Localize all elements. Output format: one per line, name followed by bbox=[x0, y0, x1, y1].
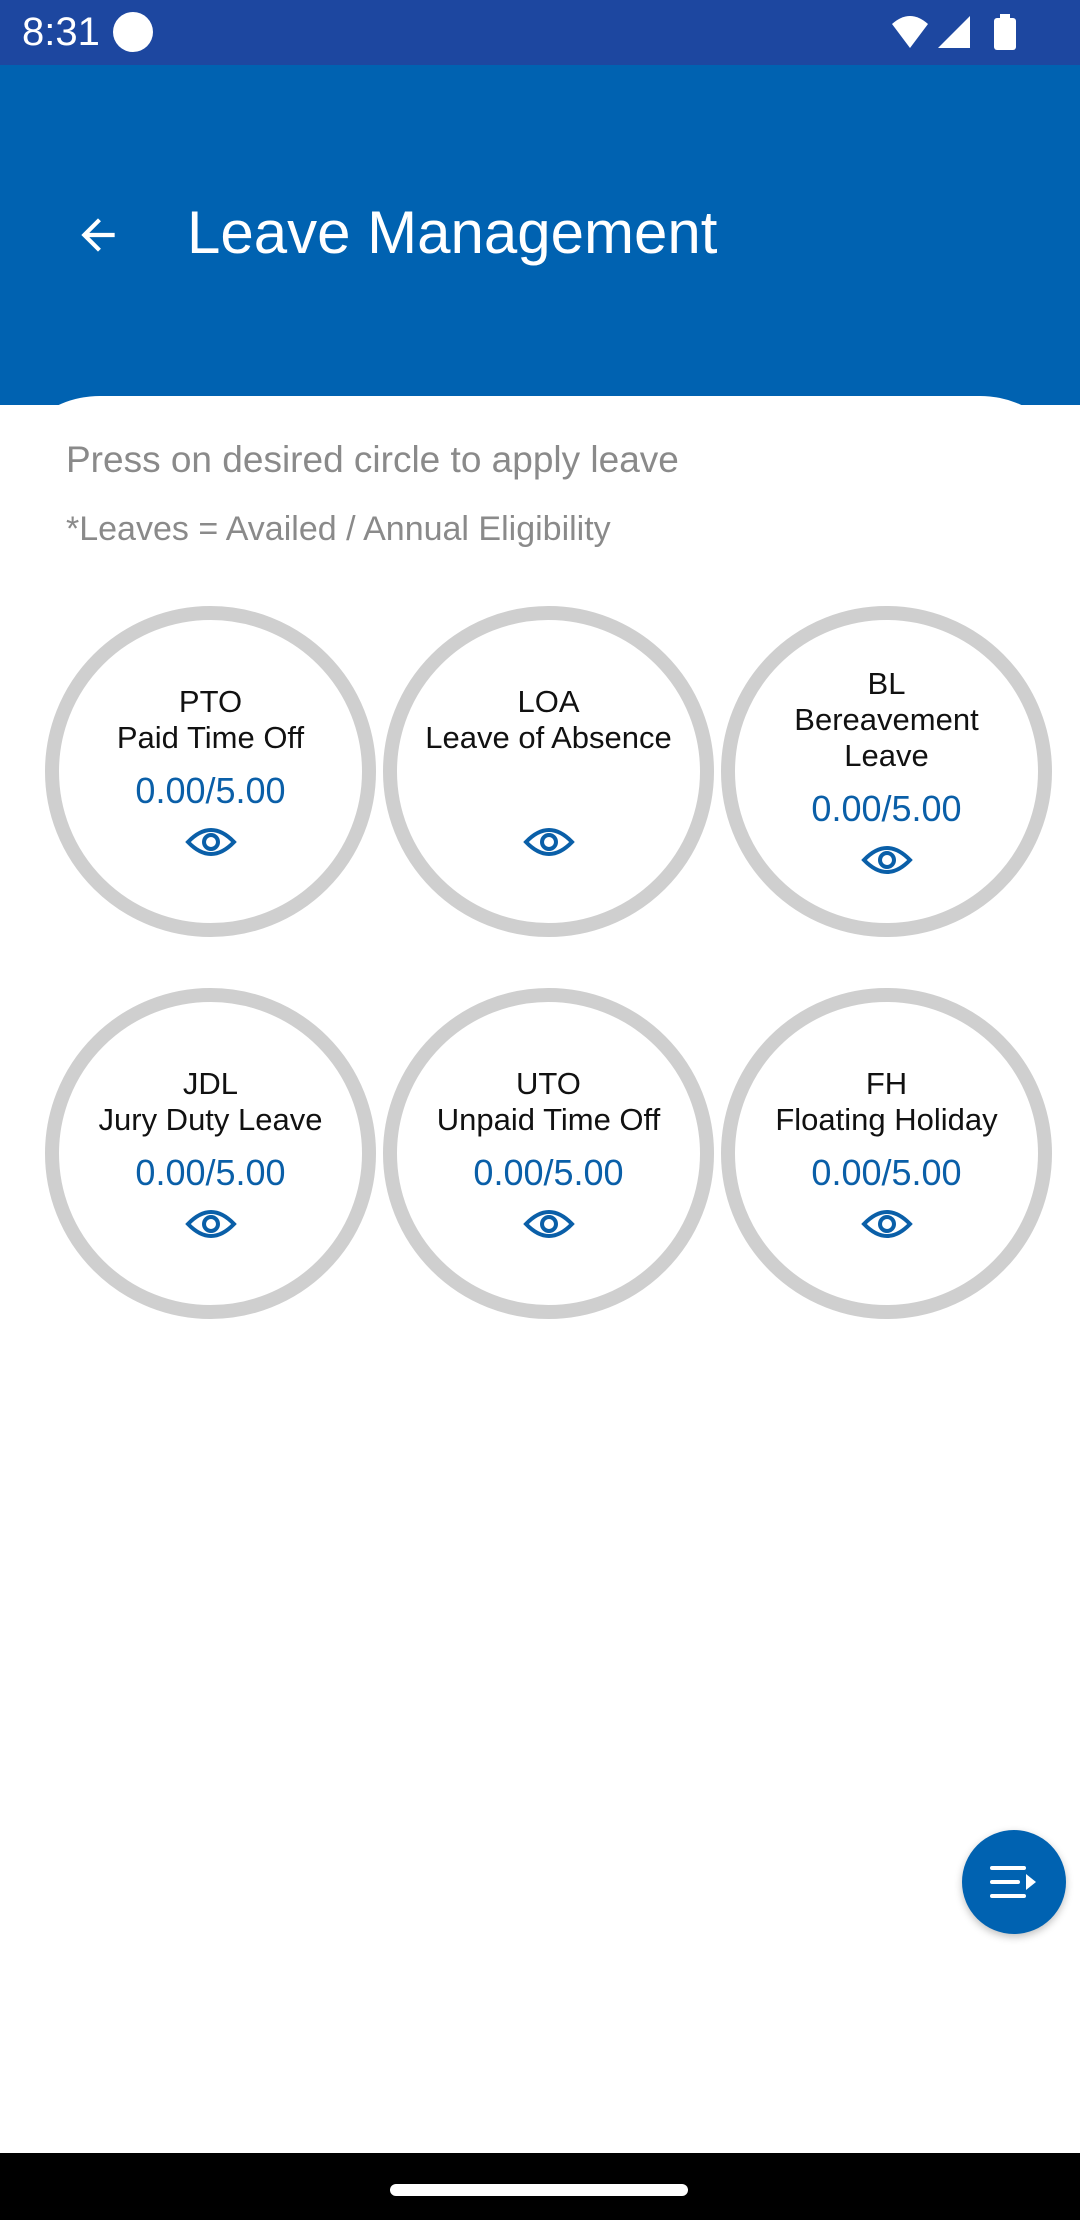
home-gesture-handle[interactable] bbox=[390, 2184, 688, 2196]
leave-formula-note: *Leaves = Availed / Annual Eligibility bbox=[66, 510, 611, 548]
leave-name: Jury Duty Leave bbox=[98, 1101, 323, 1137]
wifi-icon bbox=[892, 16, 928, 48]
eye-icon[interactable] bbox=[860, 1206, 913, 1242]
leave-name: Paid Time Off bbox=[116, 719, 305, 755]
arrow-left-icon bbox=[81, 218, 115, 252]
leave-code: BL bbox=[867, 665, 906, 701]
leave-name: Unpaid Time Off bbox=[436, 1101, 661, 1137]
leave-code: UTO bbox=[516, 1065, 581, 1101]
app-bar: Leave Management bbox=[0, 65, 1080, 405]
apply-leave-hint: Press on desired circle to apply leave bbox=[66, 439, 679, 480]
eye-icon[interactable] bbox=[860, 842, 913, 878]
page-title: Leave Management bbox=[187, 199, 718, 266]
leave-circle-fh[interactable]: FH Floating Holiday 0.00/5.00 bbox=[721, 988, 1052, 1319]
leave-code: JDL bbox=[182, 1065, 239, 1101]
menu-fab-button[interactable] bbox=[962, 1830, 1066, 1934]
eye-icon[interactable] bbox=[522, 824, 575, 860]
leave-balance: 0.00/5.00 bbox=[135, 769, 286, 811]
leave-name: Leave of Absence bbox=[425, 719, 672, 755]
signal-icon bbox=[938, 16, 970, 48]
leave-code: LOA bbox=[517, 683, 580, 719]
eye-icon[interactable] bbox=[184, 824, 237, 860]
leave-circle-pto[interactable]: PTO Paid Time Off 0.00/5.00 bbox=[45, 606, 376, 937]
menu-expand-icon bbox=[990, 1866, 1036, 1898]
eye-icon[interactable] bbox=[522, 1206, 575, 1242]
battery-icon bbox=[994, 14, 1016, 50]
leave-name: Bereavement Leave bbox=[794, 701, 979, 773]
leave-circle-jdl[interactable]: JDL Jury Duty Leave 0.00/5.00 bbox=[45, 988, 376, 1319]
leave-balance: 0.00/5.00 bbox=[135, 1151, 286, 1193]
leave-code: FH bbox=[865, 1065, 908, 1101]
leave-balance: 0.00/5.00 bbox=[811, 787, 962, 829]
leave-balance: 0.00/5.00 bbox=[473, 1151, 624, 1193]
leave-circle-loa[interactable]: LOA Leave of Absence bbox=[383, 606, 714, 937]
leave-circle-bl[interactable]: BL Bereavement Leave 0.00/5.00 bbox=[721, 606, 1052, 937]
leave-code: PTO bbox=[178, 683, 243, 719]
back-button[interactable] bbox=[58, 195, 138, 275]
leave-balance: 0.00/5.00 bbox=[811, 1151, 962, 1193]
leave-circle-uto[interactable]: UTO Unpaid Time Off 0.00/5.00 bbox=[383, 988, 714, 1319]
eye-icon[interactable] bbox=[184, 1206, 237, 1242]
notification-dot-icon bbox=[113, 12, 153, 52]
leave-name: Floating Holiday bbox=[775, 1101, 998, 1137]
status-bar: 8:31 bbox=[0, 0, 1080, 65]
status-time: 8:31 bbox=[22, 10, 100, 54]
